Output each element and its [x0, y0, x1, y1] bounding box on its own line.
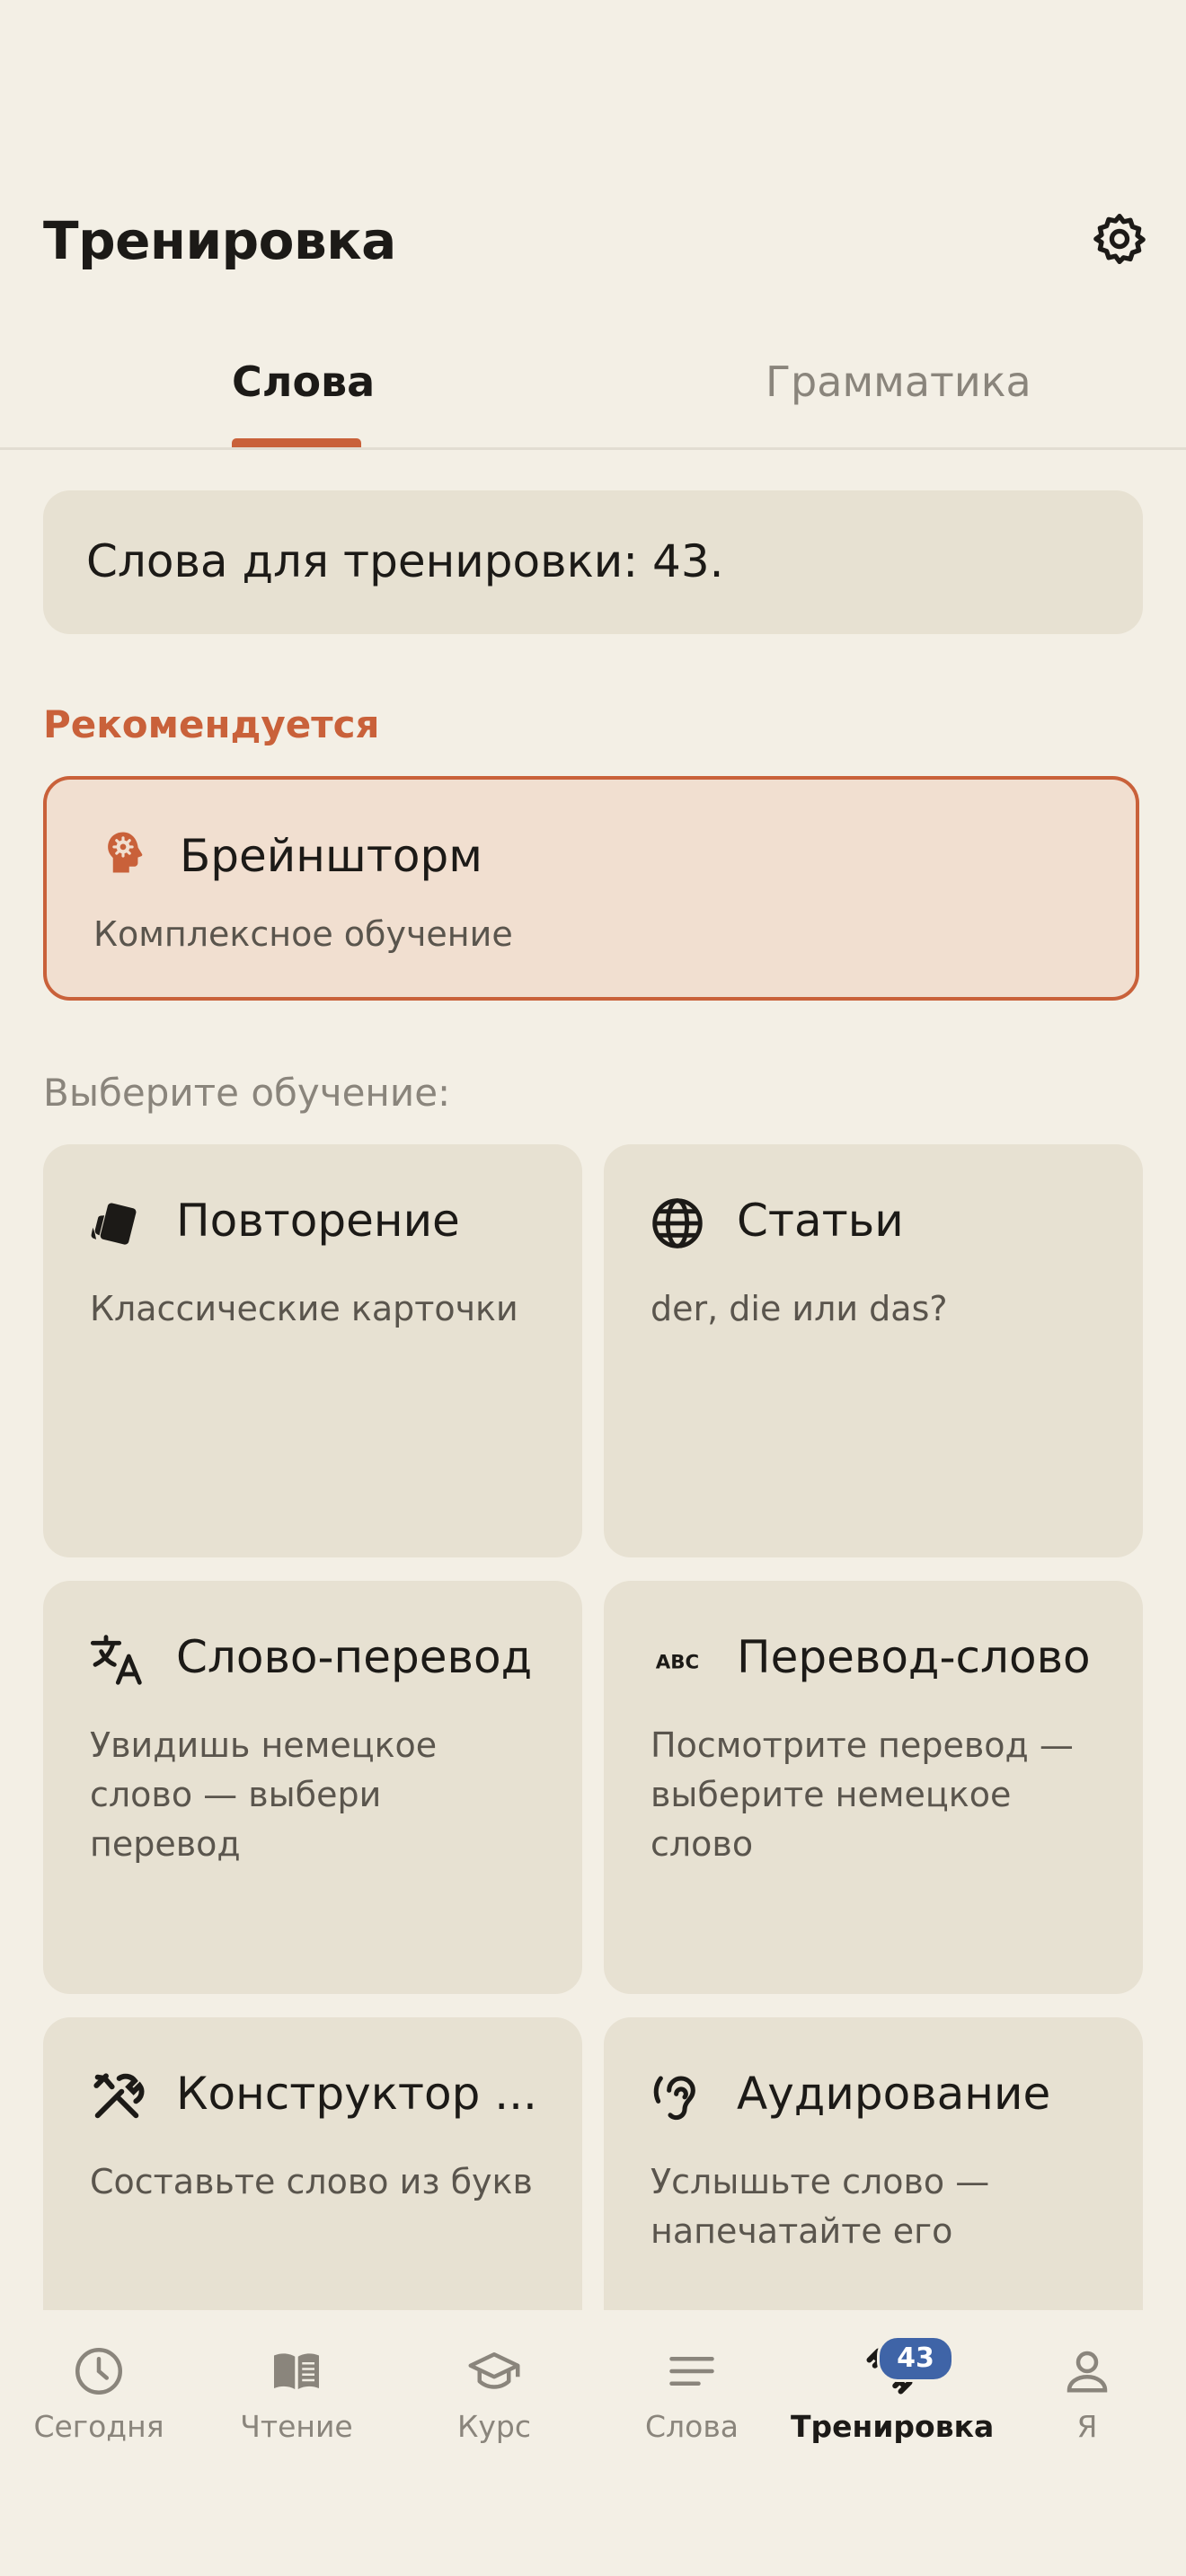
nav-item-course[interactable]: Курс [395, 2344, 593, 2452]
nav-item-training[interactable]: 43 Тренировка [791, 2335, 995, 2452]
page-header: Тренировка [0, 198, 1186, 287]
person-icon [1067, 2351, 1108, 2393]
book-icon [274, 2353, 319, 2389]
mode-card-translation-word[interactable]: ABC Перевод-слово Посмотрите перевод — в… [604, 1581, 1143, 1994]
mode-subtitle: Посмотрите перевод — выберите немецкое с… [651, 1725, 1074, 1864]
globe-icon [652, 1198, 703, 1248]
active-tab-indicator [232, 438, 361, 447]
mode-card-repetition[interactable]: Повторение Классические карточки [43, 1144, 582, 1557]
mode-subtitle: der, die или das? [651, 1289, 948, 1328]
training-badge: 43 [877, 2335, 954, 2382]
translate-icon [90, 1635, 142, 1685]
brainstorm-card[interactable]: Брейншторм Комплексное обучение [43, 776, 1139, 1001]
ear-icon [653, 2076, 695, 2121]
clock-icon [75, 2348, 122, 2395]
mode-title: Слово-перевод [176, 1631, 533, 1683]
tab-bar: Слова Грамматика [0, 341, 1186, 450]
nav-label: Сегодня [33, 2409, 164, 2444]
recommended-heading: Рекомендуется [43, 702, 380, 746]
nav-label: Курс [456, 2409, 532, 2444]
lines-icon [669, 2357, 714, 2386]
nav-label: Чтение [240, 2409, 353, 2444]
nav-label: Я [1076, 2409, 1098, 2444]
brain-head-icon [108, 832, 143, 873]
choose-training-heading: Выберите обучение: [43, 1071, 451, 1115]
mode-title: Статьи [737, 1195, 904, 1247]
mode-title: Конструктор ... [176, 2068, 537, 2120]
nav-item-me[interactable]: Я [988, 2344, 1186, 2452]
tab-words[interactable]: Слова [232, 357, 375, 406]
gear-icon[interactable] [1091, 210, 1148, 268]
tab-grammar[interactable]: Грамматика [766, 357, 1031, 406]
nav-item-reading[interactable]: Чтение [198, 2344, 395, 2452]
mode-card-word-translation[interactable]: Слово-перевод Увидишь немецкое слово — в… [43, 1581, 582, 1994]
mode-subtitle: Услышьте слово — напечатайте его [651, 2162, 990, 2251]
nav-item-today[interactable]: Сегодня [0, 2344, 198, 2452]
abc-icon: ABC [656, 1651, 699, 1673]
bottom-nav: Сегодня Чтение Курс Слова 43 Тренировка … [0, 2310, 1186, 2576]
nav-item-words[interactable]: Слова [593, 2344, 791, 2452]
mode-subtitle: Увидишь немецкое слово — выбери перевод [90, 1725, 438, 1864]
tools-icon [93, 2073, 145, 2119]
words-count-text: Слова для тренировки: 43. [86, 535, 724, 587]
mode-card-articles[interactable]: Статьи der, die или das? [604, 1144, 1143, 1557]
nav-label: Тренировка [791, 2409, 995, 2444]
graduation-cap-icon [468, 2352, 520, 2389]
mode-title: Повторение [176, 1195, 460, 1247]
svg-text:ABC: ABC [656, 1651, 699, 1673]
brainstorm-title: Брейншторм [180, 830, 482, 882]
cards-icon [91, 1203, 137, 1245]
mode-subtitle: Составьте слово из букв [90, 2162, 533, 2201]
page-title: Тренировка [43, 210, 396, 271]
mode-subtitle: Классические карточки [90, 1289, 518, 1328]
words-count-banner: Слова для тренировки: 43. [43, 490, 1143, 634]
mode-title: Аудирование [737, 2068, 1051, 2120]
nav-label: Слова [645, 2409, 739, 2444]
brainstorm-subtitle: Комплексное обучение [93, 914, 513, 954]
mode-title: Перевод-слово [737, 1631, 1091, 1683]
